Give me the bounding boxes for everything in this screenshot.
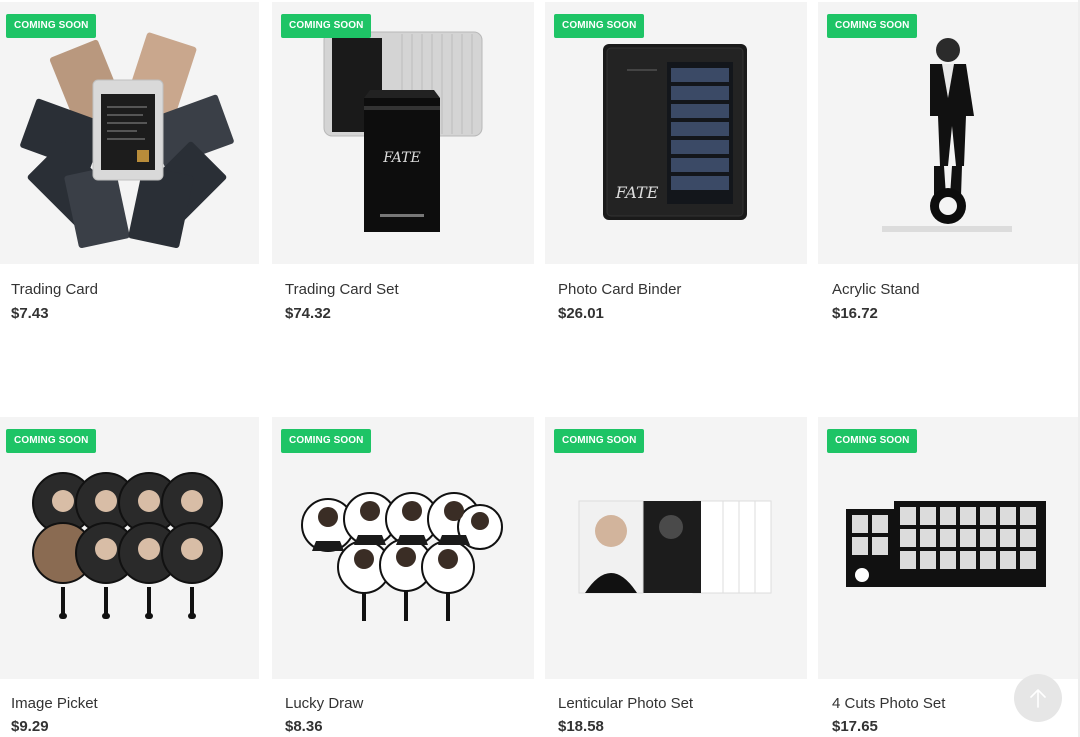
- coming-soon-badge: COMING SOON: [827, 429, 918, 453]
- product-card[interactable]: COMING SOON Image Picket $9.29: [0, 417, 259, 735]
- product-price: $8.36: [285, 718, 323, 735]
- svg-text:FATE: FATE: [382, 150, 420, 166]
- coming-soon-badge: COMING SOON: [554, 429, 645, 453]
- coming-soon-badge: COMING SOON: [281, 14, 372, 38]
- coming-soon-badge: COMING SOON: [827, 14, 918, 38]
- four-cuts-photo-set-illustration: [846, 501, 1046, 587]
- lucky-draw-illustration: [301, 492, 503, 621]
- product-name[interactable]: Trading Card: [11, 281, 98, 298]
- product-image[interactable]: COMING SOON: [818, 2, 1080, 264]
- acrylic-stand-illustration: [882, 38, 1012, 232]
- image-picket-illustration: [32, 472, 223, 619]
- photo-card-binder-illustration: FATE: [603, 44, 747, 220]
- coming-soon-badge: COMING SOON: [6, 14, 97, 38]
- product-card[interactable]: COMING SOON Acrylic Stand $16.72: [818, 2, 1080, 322]
- scroll-to-top-button[interactable]: [1014, 674, 1062, 722]
- product-card[interactable]: COMING SOON Lenticular Photo Set $18.58: [545, 417, 807, 735]
- product-name[interactable]: 4 Cuts Photo Set: [832, 695, 945, 712]
- product-price: $17.65: [832, 718, 878, 735]
- product-price: $26.01: [558, 305, 604, 322]
- product-image[interactable]: FATE COMING SOON: [545, 2, 807, 264]
- product-card[interactable]: FATE COMING SOON Photo Card Binder $26.0…: [545, 2, 807, 322]
- product-name[interactable]: Image Picket: [11, 695, 98, 712]
- product-price: $7.43: [11, 305, 49, 322]
- product-price: $18.58: [558, 718, 604, 735]
- product-name[interactable]: Trading Card Set: [285, 281, 399, 298]
- product-card[interactable]: FATE COMING SOON Trading Card Set $74.32: [272, 2, 534, 322]
- product-price: $74.32: [285, 305, 331, 322]
- lenticular-photo-set-illustration: [578, 500, 772, 594]
- product-name[interactable]: Photo Card Binder: [558, 281, 681, 298]
- product-card[interactable]: COMING SOON Trading Card $7.43: [0, 2, 259, 322]
- product-image[interactable]: COMING SOON: [545, 417, 807, 679]
- product-price: $9.29: [11, 718, 49, 735]
- product-name[interactable]: Lucky Draw: [285, 695, 363, 712]
- product-grid: COMING SOON Trading Card $7.43 FATE COMI…: [0, 0, 1080, 737]
- svg-text:FATE: FATE: [615, 183, 659, 202]
- product-name[interactable]: Acrylic Stand: [832, 281, 920, 298]
- coming-soon-badge: COMING SOON: [6, 429, 97, 453]
- product-name[interactable]: Lenticular Photo Set: [558, 695, 693, 712]
- product-card[interactable]: COMING SOON 4 Cuts Photo Set $17.65: [818, 417, 1080, 735]
- product-card[interactable]: COMING SOON Lucky Draw $8.36: [272, 417, 534, 735]
- trading-card-set-illustration: FATE: [323, 31, 483, 232]
- product-price: $16.72: [832, 305, 878, 322]
- product-image[interactable]: COMING SOON: [272, 417, 534, 679]
- product-image[interactable]: COMING SOON: [818, 417, 1080, 679]
- product-image[interactable]: COMING SOON: [0, 417, 259, 679]
- product-image[interactable]: COMING SOON: [0, 2, 259, 264]
- arrow-up-icon: [1030, 689, 1046, 708]
- coming-soon-badge: COMING SOON: [554, 14, 645, 38]
- trading-card-illustration: [20, 32, 234, 249]
- coming-soon-badge: COMING SOON: [281, 429, 372, 453]
- product-image[interactable]: FATE COMING SOON: [272, 2, 534, 264]
